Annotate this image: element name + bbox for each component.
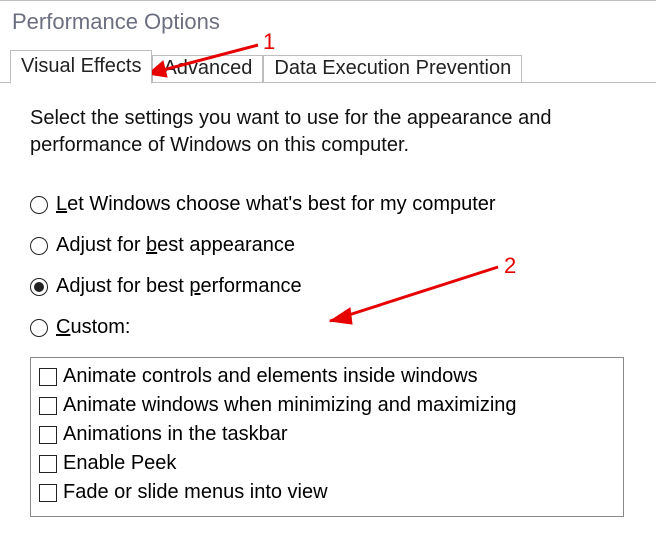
instruction-text: Select the settings you want to use for … <box>30 105 628 159</box>
radio-label: Adjust for best appearance <box>56 234 295 257</box>
checkbox-enable-peek[interactable]: Enable Peek <box>39 449 615 478</box>
tab-label: Advanced <box>163 57 252 80</box>
tab-advanced[interactable]: Advanced <box>152 55 263 83</box>
checkbox-label: Animations in the taskbar <box>63 420 288 449</box>
checkbox-icon <box>39 484 57 502</box>
tab-dep[interactable]: Data Execution Prevention <box>263 55 522 83</box>
performance-options-window: Performance Options Visual Effects Advan… <box>0 0 656 558</box>
checkbox-label: Animate controls and elements inside win… <box>63 362 478 391</box>
checkbox-animations-taskbar[interactable]: Animations in the taskbar <box>39 420 615 449</box>
radio-label: Let Windows choose what's best for my co… <box>56 193 496 216</box>
effects-listbox[interactable]: Animate controls and elements inside win… <box>30 357 624 517</box>
radio-best-appearance[interactable]: Adjust for best appearance <box>30 234 628 257</box>
radio-label: Custom: <box>56 316 130 339</box>
checkbox-label: Fade or slide menus into view <box>63 478 328 507</box>
radio-best-performance[interactable]: Adjust for best performance <box>30 275 628 298</box>
checkbox-animate-windows[interactable]: Animate windows when minimizing and maxi… <box>39 391 615 420</box>
radio-icon <box>30 237 48 255</box>
checkbox-label: Enable Peek <box>63 449 176 478</box>
checkbox-icon <box>39 397 57 415</box>
radio-icon <box>30 278 48 296</box>
tab-visual-effects[interactable]: Visual Effects <box>10 50 152 84</box>
radio-icon <box>30 319 48 337</box>
window-title: Performance Options <box>0 1 656 49</box>
radio-icon <box>30 196 48 214</box>
checkbox-animate-controls[interactable]: Animate controls and elements inside win… <box>39 362 615 391</box>
radio-label: Adjust for best performance <box>56 275 302 298</box>
tab-strip: Visual Effects Advanced Data Execution P… <box>0 49 656 83</box>
tab-content: Select the settings you want to use for … <box>0 83 656 517</box>
radio-let-windows-choose[interactable]: Let Windows choose what's best for my co… <box>30 193 628 216</box>
tab-label: Data Execution Prevention <box>274 57 511 80</box>
radio-custom[interactable]: Custom: <box>30 316 628 339</box>
checkbox-fade-menus[interactable]: Fade or slide menus into view <box>39 478 615 507</box>
checkbox-label: Animate windows when minimizing and maxi… <box>63 391 517 420</box>
checkbox-icon <box>39 455 57 473</box>
checkbox-icon <box>39 368 57 386</box>
tab-label: Visual Effects <box>21 55 141 78</box>
checkbox-icon <box>39 426 57 444</box>
